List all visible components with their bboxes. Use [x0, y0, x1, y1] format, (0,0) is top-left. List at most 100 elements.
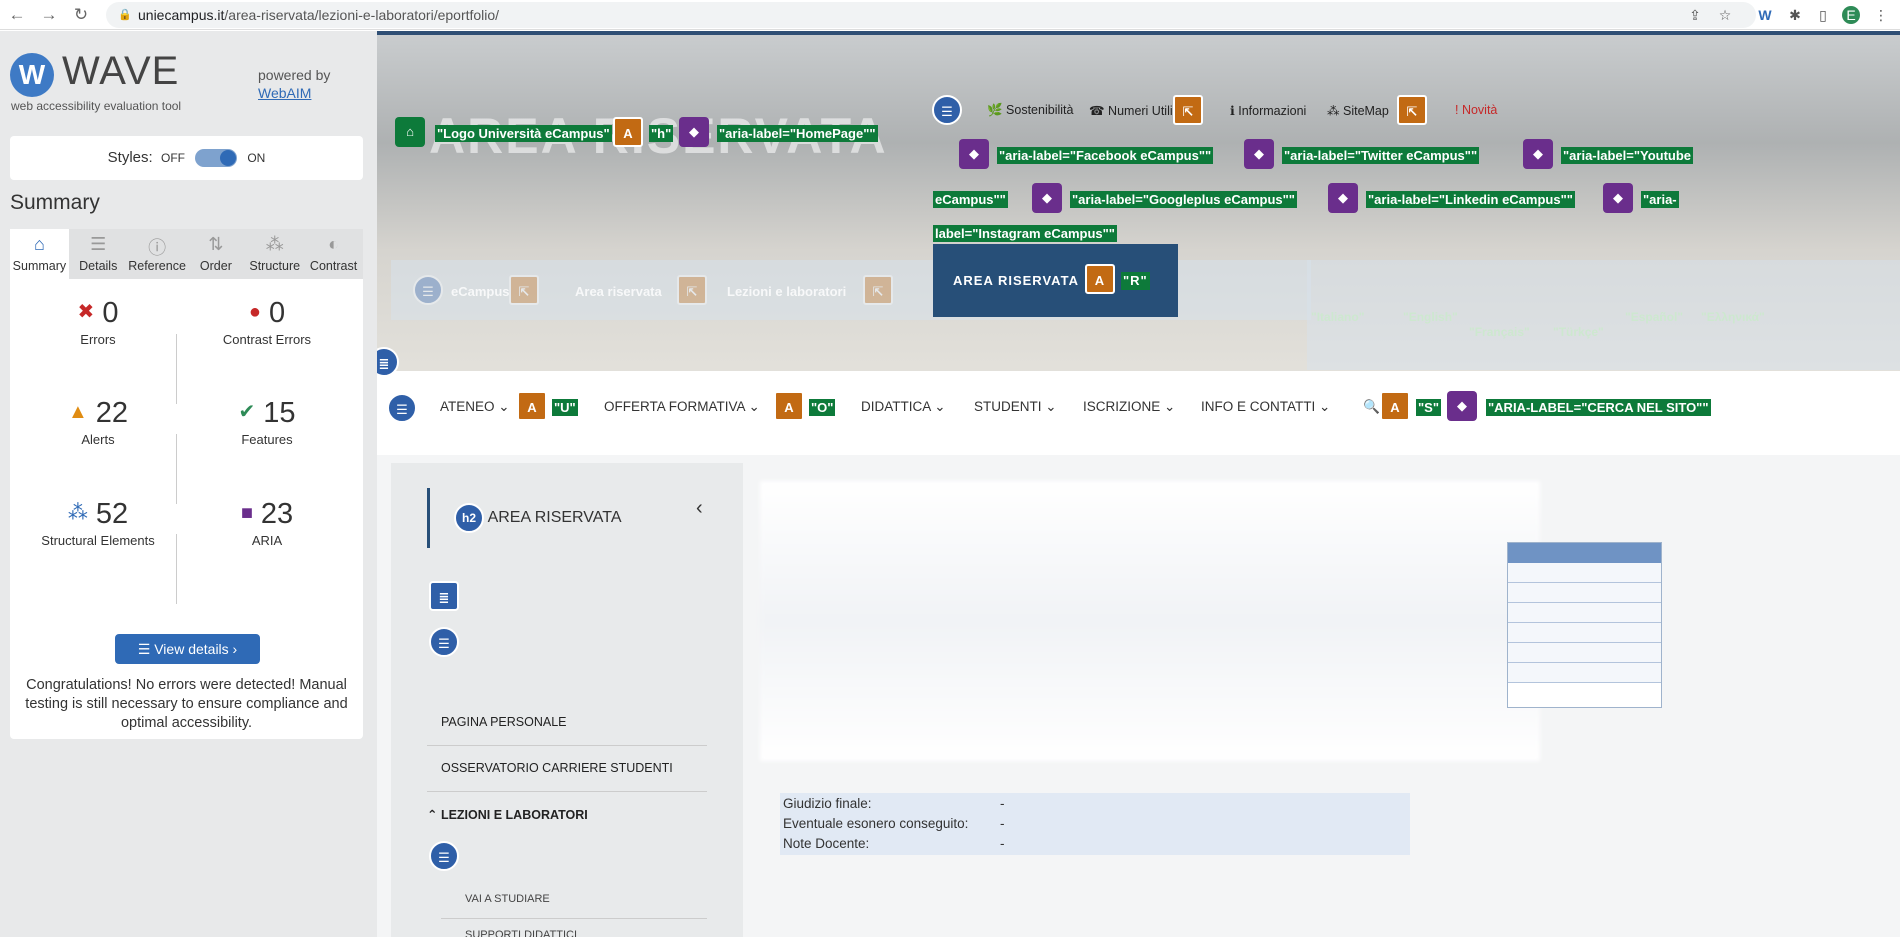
nav-studenti[interactable]: STUDENTI ⌄: [974, 399, 1057, 415]
top-link-sitemap[interactable]: ⁂ SiteMap: [1327, 103, 1389, 118]
lang-turkce[interactable]: "Türkçe": [1553, 325, 1604, 339]
share-icon[interactable]: ⇪: [1686, 6, 1704, 24]
logo-alt-label: "Logo Università eCampus": [435, 125, 612, 142]
alert-accesskey-icon[interactable]: A: [517, 391, 547, 421]
linkedin-aria-label: "aria-label="Linkedin eCampus"": [1366, 191, 1575, 208]
order-icon: ⇅: [208, 234, 224, 254]
divider: [441, 918, 707, 919]
summary-panel: ✖ 0 Errors ● 0 Contrast Errors ▲ 22 Alerts …: [10, 279, 363, 739]
nav-offerta-formativa[interactable]: OFFERTA FORMATIVA ⌄: [604, 399, 760, 415]
tab-order[interactable]: ⇅ Order: [186, 229, 245, 279]
view-details-button[interactable]: ☰ View details ›: [115, 634, 260, 664]
aria-stat: ■ 23 ARIA: [240, 498, 294, 548]
evaluation-box: Giudizio finale: - Eventuale esonero cons…: [780, 793, 1410, 855]
sidebar-subitem-supporti[interactable]: SUPPORTI DIDATTICI: [465, 929, 577, 937]
sidepanel-icon[interactable]: ▯: [1814, 6, 1832, 24]
divider: [176, 534, 177, 604]
list-structure-icon[interactable]: ☰: [429, 841, 459, 871]
main-navigation: ≣ ☰ ATENEO ⌄ A "U" OFFERTA FORMATIVA ⌄ A…: [377, 347, 1900, 455]
website-viewport: SAREA RISERVATA ⌂ "Logo Università eCamp…: [377, 31, 1900, 937]
area-riservata-button[interactable]: AREA RISERVATA A "R": [933, 244, 1178, 317]
aria-tag-icon[interactable]: ◆: [1328, 183, 1358, 213]
tab-contrast[interactable]: ◐ Contrast: [304, 229, 363, 279]
lang-greek[interactable]: "Ελληνικά": [1701, 310, 1765, 324]
alert-link-icon: ⇱: [677, 275, 707, 305]
top-link-novita[interactable]: ! Novità: [1455, 103, 1497, 117]
address-bar[interactable]: 🔒 uniecampus.it/area-riservata/lezioni-e…: [106, 2, 1756, 28]
tab-structure[interactable]: ⁂ Structure: [245, 229, 304, 279]
alert-accesskey-icon[interactable]: A: [774, 391, 804, 421]
aria-tag-icon[interactable]: ◆: [679, 117, 709, 147]
powered-by-label: powered by: [258, 67, 331, 83]
structure-icon: ⁂: [67, 502, 88, 524]
profile-avatar[interactable]: E: [1842, 6, 1860, 24]
googleplus-aria-label: "aria-label="Googleplus eCampus"": [1070, 191, 1297, 208]
crumb-area-riservata[interactable]: Area riservata: [575, 284, 662, 299]
list-structure-icon[interactable]: ☰: [387, 393, 417, 423]
aria-tag-icon[interactable]: ◆: [1244, 139, 1274, 169]
twitter-aria-label: "aria-label="Twitter eCampus"": [1282, 147, 1480, 164]
lang-espanol[interactable]: "Español": [1625, 310, 1683, 324]
lang-francais[interactable]: "Français": [1469, 325, 1530, 339]
aria-tag-icon[interactable]: ◆: [1603, 183, 1633, 213]
search-icon[interactable]: 🔍: [1363, 399, 1380, 415]
styles-label: Styles:: [107, 149, 153, 166]
errors-stat: ✖ 0 Errors: [77, 297, 119, 347]
top-link-informazioni[interactable]: ℹ Informazioni: [1230, 103, 1306, 118]
aria-icon: ■: [240, 502, 253, 524]
wave-title: WAVE: [62, 49, 180, 93]
top-link-numeri[interactable]: ☎ Numeri Utili: [1089, 103, 1173, 118]
lang-italiano[interactable]: "Italiano": [1311, 310, 1364, 324]
tab-details[interactable]: ☰ Details: [69, 229, 128, 279]
sidebar-subitem-vai-a-studiare[interactable]: VAI A STUDIARE: [465, 893, 550, 905]
alert-link-icon[interactable]: ⇱: [1397, 95, 1427, 125]
hero-header: SAREA RISERVATA ⌂ "Logo Università eCamp…: [377, 31, 1900, 395]
nav-structure-icon[interactable]: ≣: [429, 581, 459, 611]
contrast-icon: ◐: [328, 234, 339, 254]
crumb-lezioni[interactable]: Lezioni e laboratori: [727, 284, 846, 299]
alert-link-icon[interactable]: ⇱: [1173, 95, 1203, 125]
youtube-aria-label-1: "aria-label="Youtube: [1561, 147, 1694, 164]
o-label: "O": [809, 399, 836, 416]
structure-icon: ⁂: [265, 234, 284, 254]
lock-icon: 🔒: [118, 9, 132, 21]
contrast-error-icon: ●: [248, 301, 261, 323]
powered-by: powered by WebAIM: [258, 66, 330, 102]
list-structure-icon[interactable]: ☰: [932, 95, 962, 125]
sidebar-item-pagina-personale[interactable]: PAGINA PERSONALE: [441, 715, 567, 729]
styles-toggle[interactable]: [195, 149, 238, 168]
sidebar-item-osservatorio[interactable]: OSSERVATORIO CARRIERE STUDENTI: [441, 761, 673, 775]
collapse-chevron-icon[interactable]: ‹: [696, 497, 703, 520]
reload-icon[interactable]: ↻: [70, 4, 92, 26]
alert-accesskey-icon[interactable]: A: [1085, 264, 1115, 294]
crumb-ecampus[interactable]: eCampus: [451, 284, 510, 299]
menu-icon[interactable]: ⋮: [1872, 6, 1890, 24]
alert-accesskey-icon[interactable]: A: [1380, 391, 1410, 421]
alert-accesskey-icon[interactable]: A: [613, 117, 643, 147]
back-icon[interactable]: ←: [6, 4, 28, 26]
nav-info-contatti[interactable]: INFO E CONTATTI ⌄: [1201, 399, 1330, 415]
star-icon[interactable]: ☆: [1716, 6, 1734, 24]
aria-tag-icon[interactable]: ◆: [959, 139, 989, 169]
nav-iscrizione[interactable]: ISCRIZIONE ⌄: [1083, 399, 1175, 415]
list-structure-icon[interactable]: ☰: [429, 627, 459, 657]
nav-didattica[interactable]: DIDATTICA ⌄: [861, 399, 946, 415]
tab-reference[interactable]: ⓘ Reference: [128, 229, 187, 279]
wave-extension-icon[interactable]: W: [1756, 6, 1774, 24]
h2-icon: h2: [454, 502, 484, 533]
alt-text-icon[interactable]: ⌂: [395, 117, 425, 147]
webaim-link[interactable]: WebAIM: [258, 85, 311, 101]
aria-tag-icon[interactable]: ◆: [1523, 139, 1553, 169]
sidebar-item-lezioni[interactable]: ⌃ LEZIONI E LABORATORI: [427, 807, 588, 822]
info-icon: ⓘ: [148, 238, 167, 258]
tab-summary[interactable]: ⌂ Summary: [10, 229, 69, 279]
divider: [176, 334, 177, 404]
aria-tag-icon[interactable]: ◆: [1447, 391, 1477, 421]
instagram-aria-label-1: "aria-: [1641, 191, 1679, 208]
extensions-icon[interactable]: ✱: [1786, 6, 1804, 24]
top-link-sostenibilita[interactable]: 🌿 Sostenibilità: [987, 103, 1073, 118]
nav-ateneo[interactable]: ATENEO ⌄: [440, 399, 510, 415]
lang-english[interactable]: "English": [1403, 310, 1458, 324]
aria-tag-icon[interactable]: ◆: [1032, 183, 1062, 213]
forward-icon[interactable]: →: [38, 4, 60, 26]
